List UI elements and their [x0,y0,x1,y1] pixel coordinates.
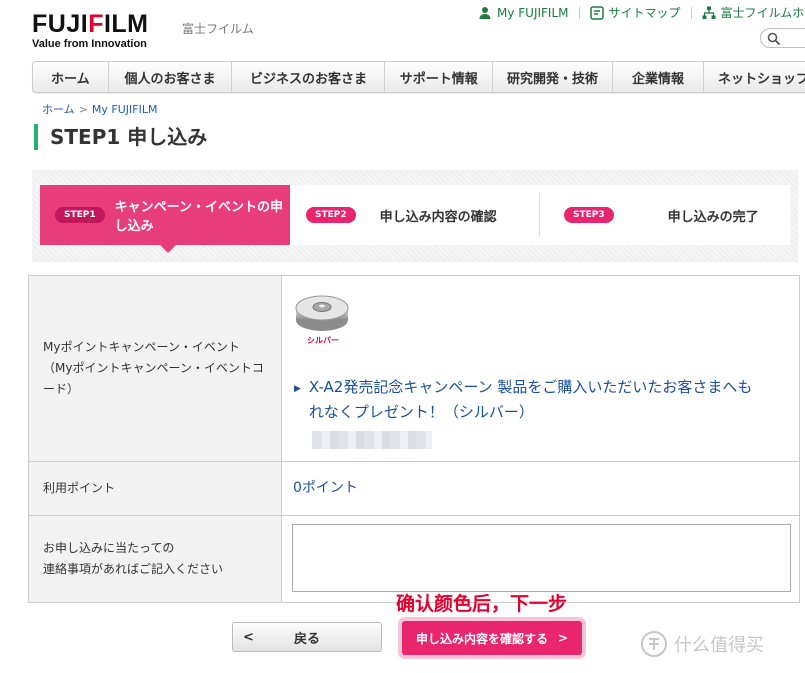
breadcrumb-home[interactable]: ホーム [42,103,75,116]
step-indicator-panel: STEP1 キャンペーン・イベントの申し込み STEP2 申し込み内容の確認 S… [32,170,798,262]
campaign-field-label: Myポイントキャンペーン・イベント （Myポイントキャンペーン・イベントコード） [29,276,282,461]
points-field-value: 0ポイント [282,462,799,515]
search-input[interactable] [760,28,805,48]
breadcrumb: ホーム > My FUJIFILM [42,101,157,117]
sitemap-link[interactable]: サイトマップ [589,4,681,21]
back-button[interactable]: < 戻る [232,622,382,652]
step-1-label: キャンペーン・イベントの申し込み [114,200,283,234]
breadcrumb-current[interactable]: My FUJIFILM [92,103,158,116]
global-nav: ホーム 個人のお客さま ビジネスのお客さま サポート情報 研究開発・技術 企業情… [32,61,805,93]
nav-item-personal[interactable]: 個人のお客さま [109,62,233,92]
utility-links: My FUJIFILM サイトマップ 富士フイルムホーム [478,4,805,21]
logo-tagline: Value from Innovation [32,38,147,50]
nav-item-home[interactable]: ホーム [33,62,109,92]
campaign-link-text: X-A2発売記念キャンペーン 製品をご購入いただいたお客さまへもれなくプレゼント… [308,378,753,421]
form-row-points: 利用ポイント 0ポイント [29,462,799,516]
my-fujifilm-label: My FUJIFILM [497,5,569,20]
step-2-badge: STEP2 [306,207,356,223]
org-chart-icon [702,6,716,20]
points-value: 0ポイント [293,480,358,496]
page-title: STEP1 申し込み [34,124,207,150]
step-1: STEP1 キャンペーン・イベントの申し込み [40,185,290,253]
redacted-campaign-code [312,431,432,449]
company-name-jp: 富士フイルム [182,22,254,36]
fujifilm-home-link[interactable]: 富士フイルムホーム [702,4,805,21]
breadcrumb-separator: > [78,103,88,116]
step-1-badge: STEP1 [55,207,105,223]
fujifilm-logo[interactable]: FUJIFILM Value from Innovation [32,10,149,51]
confirm-button-label: 申し込み内容を確認する [415,631,548,646]
nav-item-corporate[interactable]: 企業情報 [613,62,705,92]
chevron-right-icon: > [557,631,569,645]
application-form: Myポイントキャンペーン・イベント （Myポイントキャンペーン・イベントコード）… [28,275,800,603]
step-3: STEP3 申し込みの完了 [540,185,790,245]
zhi-logo-icon [641,631,667,657]
product-image-caption: シルバー [307,336,339,345]
back-button-label: 戻る [293,631,320,647]
step-3-label: 申し込みの完了 [667,209,759,225]
link-divider [578,6,580,19]
nav-item-business[interactable]: ビジネスのお客さま [232,62,386,92]
nav-item-support[interactable]: サポート情報 [385,62,493,92]
nav-item-research[interactable]: 研究開発・技術 [493,62,613,92]
remarks-field-label: お申し込みに当たっての 連絡事項があればご記入ください [29,516,282,602]
search-icon [767,32,781,46]
points-field-label: 利用ポイント [29,462,282,515]
confirm-application-button[interactable]: 申し込み内容を確認する > [402,621,582,655]
campaign-field-value: シルバー ▶ X-A2発売記念キャンペーン 製品をご購入いただいたお客さまへもれ… [282,276,799,461]
watermark-text: 什么值得买 [674,635,764,656]
sitemap-label: サイトマップ [608,6,681,20]
link-divider [690,6,692,19]
form-row-campaign: Myポイントキャンペーン・イベント （Myポイントキャンペーン・イベントコード）… [29,276,799,462]
fujifilm-home-label: 富士フイルムホーム [720,6,805,20]
step-2-label: 申し込み内容の確認 [379,209,497,225]
my-fujifilm-link[interactable]: My FUJIFILM [478,6,569,20]
chevron-left-icon: < [243,629,254,645]
sitemap-icon [589,5,604,20]
campaign-link[interactable]: ▶ X-A2発売記念キャンペーン 製品をご購入いただいたお客さまへもれなくプレゼ… [294,375,764,425]
step-indicator: STEP1 キャンペーン・イベントの申し込み STEP2 申し込み内容の確認 S… [40,185,790,253]
silver-product-image [295,295,349,331]
arrow-right-icon: ▶ [294,384,301,394]
logo-wordmark: FUJIFILM [32,10,149,38]
watermark: 什么值得买 [640,630,764,658]
annotation-text: 确认颜色后，下一步 [396,593,568,615]
remarks-textarea[interactable] [292,524,791,592]
person-icon [478,6,492,20]
step-3-badge: STEP3 [564,207,614,223]
step-2: STEP2 申し込み内容の確認 [290,185,539,245]
nav-item-netshop[interactable]: ネットショップ [704,62,805,92]
